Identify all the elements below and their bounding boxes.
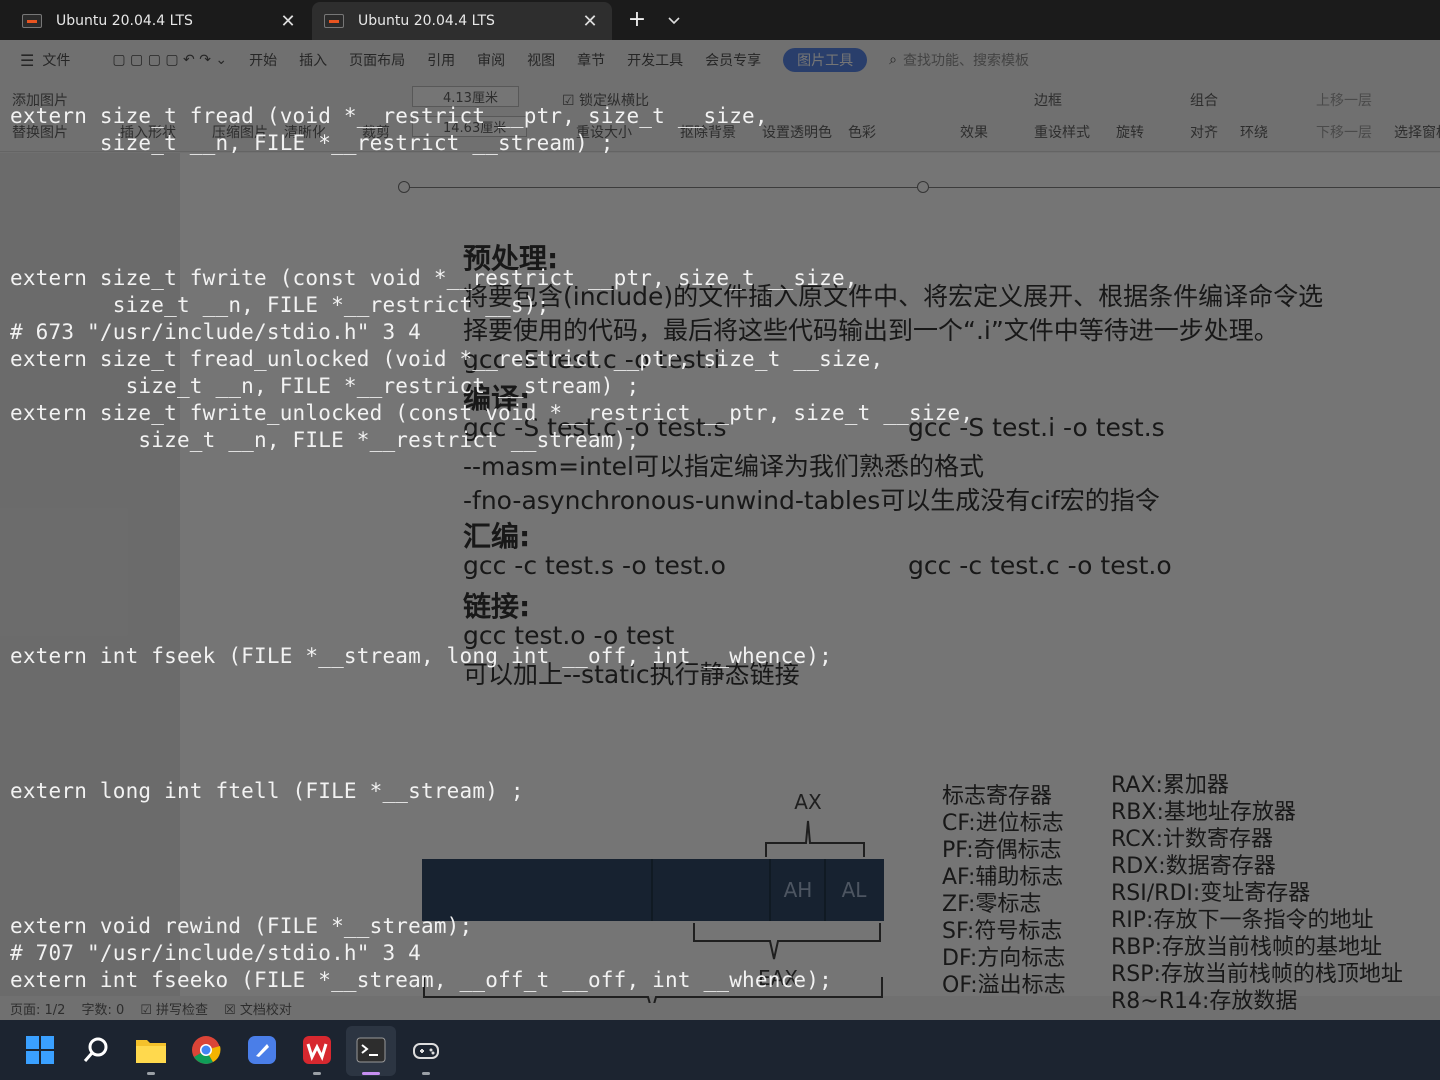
active-indicator: [362, 1072, 380, 1075]
terminal-line: # 707 "/usr/include/stdio.h" 3 4: [10, 941, 421, 965]
wps-office-icon[interactable]: [301, 1034, 333, 1075]
terminal-line: extern void rewind (FILE *__stream);: [10, 914, 473, 938]
terminal-line: # 673 "/usr/include/stdio.h" 3 4: [10, 320, 421, 344]
terminal-line: extern long int ftell (FILE *__stream) ;: [10, 779, 524, 803]
terminal-tab-active[interactable]: Ubuntu 20.04.4 LTS ✕: [312, 2, 612, 40]
terminal-line: size_t __n, FILE *__restrict __stream) ;: [10, 374, 640, 398]
terminal-line: extern size_t fwrite (const void *__rest…: [10, 266, 858, 290]
windows-taskbar: [0, 1020, 1440, 1080]
running-indicator: [422, 1072, 430, 1075]
ubuntu-icon: [22, 14, 42, 28]
terminal-line: extern size_t fread_unlocked (void *__re…: [10, 347, 884, 371]
terminal-tab-bar: Ubuntu 20.04.4 LTS ✕ Ubuntu 20.04.4 LTS …: [0, 0, 1440, 40]
ubuntu-icon: [324, 14, 344, 28]
start-menu-icon[interactable]: [24, 1034, 56, 1066]
search-icon[interactable]: [80, 1034, 112, 1066]
chevron-down-icon[interactable]: [664, 12, 684, 30]
terminal-line: size_t __n, FILE *__restrict __stream) ;: [10, 131, 614, 155]
terminal-line: extern int fseeko (FILE *__stream, __off…: [10, 968, 832, 992]
running-indicator: [147, 1072, 155, 1075]
file-explorer-icon[interactable]: [135, 1034, 167, 1075]
terminal-line: size_t __n, FILE *__restrict __s);: [10, 293, 550, 317]
feather-app-icon[interactable]: [246, 1034, 278, 1066]
terminal-output[interactable]: extern size_t fread (void *__restrict __…: [0, 40, 1440, 1020]
close-icon[interactable]: ✕: [278, 11, 298, 32]
terminal-tab[interactable]: Ubuntu 20.04.4 LTS ✕: [10, 2, 310, 40]
terminal-line: size_t __n, FILE *__restrict __stream);: [10, 428, 640, 452]
game-controller-icon[interactable]: [410, 1034, 442, 1075]
terminal-line: extern int fseek (FILE *__stream, long i…: [10, 644, 832, 668]
tab-title: Ubuntu 20.04.4 LTS: [56, 13, 193, 29]
terminal-line: extern size_t fwrite_unlocked (const voi…: [10, 401, 974, 425]
chrome-icon[interactable]: [190, 1034, 222, 1066]
running-indicator: [313, 1072, 321, 1075]
tab-title: Ubuntu 20.04.4 LTS: [358, 13, 495, 29]
terminal-app-icon[interactable]: [355, 1034, 387, 1075]
new-tab-button[interactable]: +: [624, 8, 650, 34]
close-icon[interactable]: ✕: [580, 11, 600, 32]
terminal-line: extern size_t fread (void *__restrict __…: [10, 104, 768, 128]
